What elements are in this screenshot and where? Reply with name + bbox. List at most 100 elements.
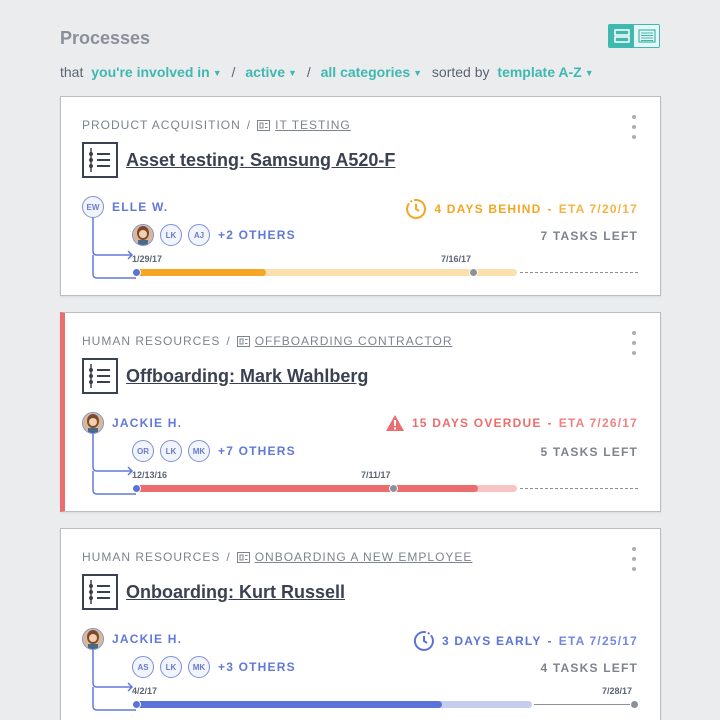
process-card[interactable]: HUMAN RESOURCES / OFFBOARDING CONTRACTOR… [60,312,661,512]
timeline: 1/29/17 7/16/17 [132,254,640,278]
end-date: 7/28/17 [602,686,633,696]
start-date: 4/2/17 [132,686,158,696]
caret-down-icon: ▼ [212,68,222,78]
separator: - [547,416,553,430]
status-text: 4 DAYS BEHIND [434,202,542,216]
separator: / [231,64,236,80]
clock-behind-icon [405,198,427,220]
start-dot [132,484,141,493]
list-view-icon [637,29,656,43]
breadcrumb: PRODUCT ACQUISITION / IT TESTING [82,118,351,132]
template-link[interactable]: IT TESTING [275,118,351,132]
filter-prefix: that [60,64,84,80]
separator: / [246,118,252,132]
timeline-progress [134,269,266,276]
avatar: MK [188,440,210,462]
state-filter[interactable]: active ▼ [245,64,297,80]
list-view-button[interactable] [634,25,659,47]
template-link[interactable]: ONBOARDING A NEW EMPLOYEE [255,550,473,564]
timeline-progress [134,485,478,492]
process-title[interactable]: Offboarding: Mark Wahlberg [126,366,368,387]
involvement-filter-label: you're involved in [91,64,210,80]
avatar [132,224,154,246]
status-badge: 3 DAYS EARLY - ETA 7/25/17 [413,630,638,652]
involvement-filter[interactable]: you're involved in ▼ [91,64,221,80]
category-label: HUMAN RESOURCES [82,550,221,564]
participants[interactable]: AS LK MK +3 OTHERS [132,656,296,678]
owner[interactable]: JACKIE H. [82,412,182,434]
avatar: LK [160,440,182,462]
others-count: +3 OTHERS [218,660,296,674]
filter-row: that you're involved in ▼ / active ▼ / all… [60,64,594,80]
timeline: 12/13/16 7/11/17 [132,470,640,494]
tasks-left: 5 TASKS LEFT [540,445,638,459]
clock-early-icon [413,630,435,652]
participants[interactable]: LK AJ +2 OTHERS [132,224,296,246]
owner[interactable]: JACKIE H. [82,628,182,650]
card-view-icon [613,29,630,43]
timeline-remaining [520,488,638,489]
start-dot [132,268,141,277]
sort-filter[interactable]: template A-Z ▼ [497,64,593,80]
person-photo-icon [83,413,103,433]
status-text: 3 DAYS EARLY [441,634,542,648]
caret-down-icon: ▼ [584,68,594,78]
sort-filter-label: template A-Z [497,64,582,80]
owner-name: JACKIE H. [112,632,183,646]
category-filter-label: all categories [320,64,411,80]
more-options-icon[interactable] [630,331,638,355]
owner[interactable]: EW ELLE W. [82,196,168,218]
process-card[interactable]: HUMAN RESOURCES / ONBOARDING A NEW EMPLO… [60,528,661,720]
view-toggle [608,24,660,48]
sort-label: sorted by [431,64,490,80]
card-view-button[interactable] [609,25,634,47]
checklist-icon [82,358,118,399]
status-text: 15 DAYS OVERDUE [411,416,542,430]
separator: - [547,202,553,216]
template-link[interactable]: OFFBOARDING CONTRACTOR [255,334,453,348]
person-photo-icon [83,629,103,649]
page-title: Processes [60,28,151,48]
avatar [82,412,104,434]
template-icon [236,335,250,347]
template-icon [257,119,271,131]
start-date: 1/29/17 [132,254,163,264]
owner-name: ELLE W. [112,200,169,214]
eta-text: ETA 7/25/17 [558,634,638,648]
timeline: 4/2/17 7/28/17 [132,686,640,710]
timeline-remaining [534,704,634,705]
marker-dot [469,268,478,277]
eta-text: ETA 7/26/17 [558,416,638,430]
timeline-progress [134,701,442,708]
separator: - [547,634,553,648]
more-options-icon[interactable] [630,547,638,571]
others-count: +7 OTHERS [218,444,296,458]
eta-text: ETA 7/20/17 [558,202,638,216]
marker-date: 7/16/17 [441,254,472,264]
process-title[interactable]: Onboarding: Kurt Russell [126,582,345,603]
more-options-icon[interactable] [630,115,638,139]
start-dot [132,700,141,709]
tasks-left: 7 TASKS LEFT [540,229,638,243]
process-card[interactable]: PRODUCT ACQUISITION / IT TESTING Asset t… [60,96,661,296]
category-label: PRODUCT ACQUISITION [82,118,241,132]
status-badge: 4 DAYS BEHIND - ETA 7/20/17 [405,198,638,220]
person-photo-icon [133,225,153,245]
tasks-left: 4 TASKS LEFT [540,661,638,675]
process-title[interactable]: Asset testing: Samsung A520-F [126,150,395,171]
category-label: HUMAN RESOURCES [82,334,221,348]
caret-down-icon: ▼ [413,68,423,78]
template-icon [236,551,250,563]
marker-dot [389,484,398,493]
category-filter[interactable]: all categories ▼ [321,64,422,80]
avatar: OR [132,440,154,462]
avatar: AS [132,656,154,678]
avatar: EW [82,196,104,218]
avatar: LK [160,224,182,246]
participants[interactable]: OR LK MK +7 OTHERS [132,440,296,462]
start-date: 12/13/16 [132,470,168,480]
checklist-icon [82,574,118,615]
avatar: AJ [188,224,210,246]
owner-name: JACKIE H. [112,416,183,430]
caret-down-icon: ▼ [288,68,297,78]
